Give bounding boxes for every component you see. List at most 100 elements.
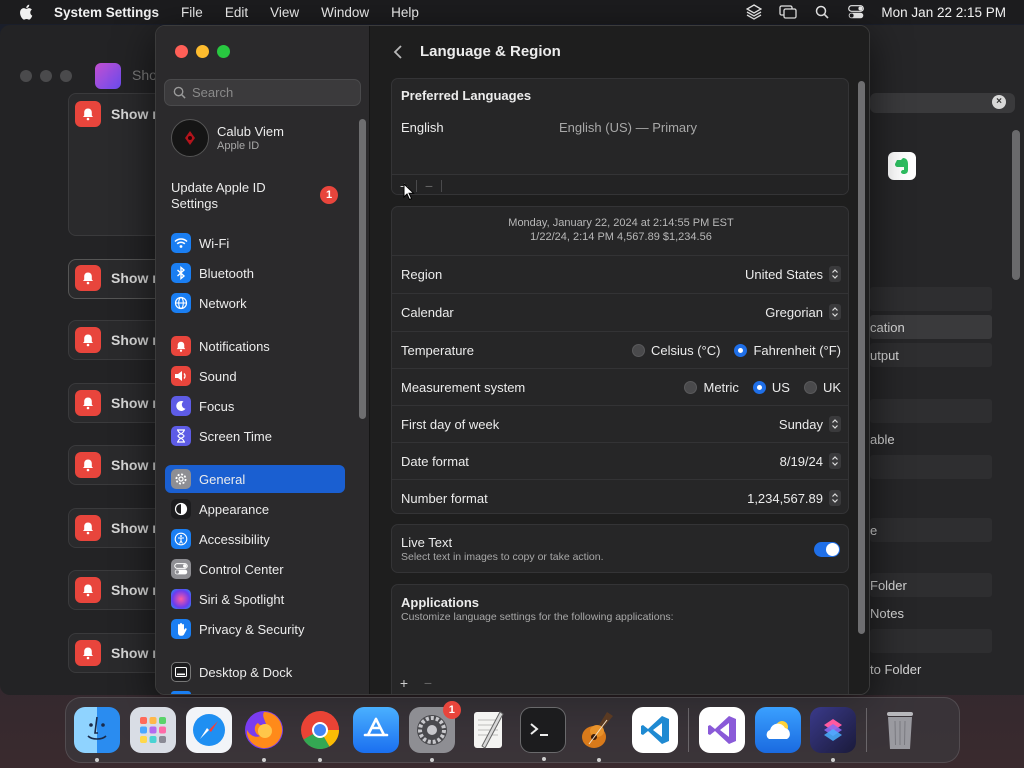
divider — [441, 179, 442, 192]
search-input[interactable] — [192, 85, 352, 100]
back-button[interactable] — [390, 43, 406, 61]
control-center-icon[interactable] — [847, 4, 865, 20]
sidebar-item-network[interactable]: Network — [165, 289, 345, 317]
menu-clock[interactable]: Mon Jan 22 2:15 PM — [881, 5, 1006, 20]
sidebar-item-focus[interactable]: Focus — [165, 392, 345, 420]
screen-mirroring-icon[interactable] — [779, 4, 798, 20]
fahrenheit-radio[interactable]: Fahrenheit (°F) — [734, 343, 841, 358]
background-row: to Folder — [870, 661, 922, 677]
menu-file[interactable]: File — [181, 5, 203, 20]
sidebar-item-control-center[interactable]: Control Center — [165, 555, 345, 583]
sidebar-item-label: Network — [199, 295, 247, 311]
live-text-toggle[interactable] — [814, 542, 840, 557]
stack-icon[interactable] — [745, 4, 763, 20]
temperature-label: Temperature — [401, 342, 474, 358]
sidebar-item-desktop-dock[interactable]: Desktop & Dock — [165, 658, 345, 686]
number-format-popup[interactable]: 1,234,567.89 — [747, 490, 841, 506]
finder-icon[interactable] — [74, 707, 120, 762]
running-indicator — [597, 758, 602, 762]
celsius-radio[interactable]: Celsius (°C) — [631, 343, 720, 358]
search-icon — [173, 86, 186, 99]
sidebar-scrollbar[interactable] — [359, 119, 366, 419]
chrome-icon[interactable] — [297, 707, 343, 762]
launchpad-icon[interactable] — [129, 707, 176, 753]
date-format-popup[interactable]: 8/19/24 — [780, 453, 841, 469]
system-settings-window: Calub Viem Apple ID Update Apple ID Sett… — [155, 25, 870, 695]
update-apple-id-settings[interactable]: Update Apple ID Settings — [171, 180, 281, 212]
gear-icon — [171, 469, 191, 489]
trash-icon[interactable] — [877, 707, 923, 753]
format-sample: Monday, January 22, 2024 at 2:14:55 PM E… — [392, 216, 848, 244]
bell-icon — [75, 515, 101, 541]
sidebar-item-appearance[interactable]: Appearance — [165, 495, 345, 523]
visual-studio-icon[interactable] — [698, 707, 745, 753]
sidebar-item-notifications[interactable]: Notifications — [165, 332, 345, 360]
sidebar-item-privacy-security[interactable]: Privacy & Security — [165, 615, 345, 643]
sidebar-item-sound[interactable]: Sound — [165, 362, 345, 390]
first-day-popup[interactable]: Sunday — [779, 416, 841, 432]
first-day-label: First day of week — [401, 416, 500, 432]
appearance-icon — [171, 499, 191, 519]
remove-language-button[interactable]: − — [417, 178, 441, 194]
temperature-row: Temperature Celsius (°C) Fahrenheit (°F) — [392, 331, 848, 368]
weather-icon[interactable] — [754, 707, 801, 753]
accessibility-icon — [171, 529, 191, 549]
system-settings-icon[interactable]: 1 — [408, 701, 461, 762]
terminal-icon[interactable] — [520, 707, 567, 761]
dock: 1 — [65, 697, 960, 763]
close-button[interactable] — [175, 45, 188, 58]
date-format-row: Date format 8/19/24 — [392, 442, 848, 479]
sidebar-item-wifi[interactable]: Wi-Fi — [165, 229, 345, 257]
sidebar-item-label: Control Center — [199, 561, 284, 577]
bell-icon — [75, 640, 101, 666]
region-settings-group: Monday, January 22, 2024 at 2:14:55 PM E… — [391, 206, 849, 514]
calendar-row: Calendar Gregorian — [392, 293, 848, 330]
zoom-button[interactable] — [217, 45, 230, 58]
region-popup[interactable]: United States — [745, 266, 841, 282]
add-application-button[interactable]: + — [392, 675, 416, 691]
sidebar-item-label: Wi-Fi — [199, 235, 230, 251]
menu-edit[interactable]: Edit — [225, 5, 248, 20]
background-list-item: Show n — [75, 390, 161, 416]
sidebar-item-siri-spotlight[interactable]: Siri & Spotlight — [165, 585, 345, 613]
firefox-icon[interactable] — [241, 707, 287, 762]
garageband-icon[interactable] — [576, 707, 622, 762]
safari-icon[interactable] — [185, 707, 232, 753]
sidebar-item-screen-time[interactable]: Screen Time — [165, 422, 345, 450]
menu-window[interactable]: Window — [321, 5, 369, 20]
menu-app-name[interactable]: System Settings — [54, 5, 159, 20]
language-name[interactable]: English — [401, 120, 444, 135]
background-row — [870, 455, 992, 479]
vscode-icon[interactable] — [631, 707, 678, 753]
shortcuts-icon[interactable] — [810, 707, 857, 762]
metric-radio[interactable]: Metric — [684, 380, 739, 395]
calendar-popup[interactable]: Gregorian — [765, 304, 841, 320]
textedit-icon[interactable] — [465, 707, 511, 753]
app-store-icon[interactable] — [352, 707, 399, 753]
content-scrollbar[interactable] — [858, 81, 865, 634]
applications-group: Applications Customize language settings… — [391, 584, 849, 694]
sidebar-item-bluetooth[interactable]: Bluetooth — [165, 259, 345, 287]
sidebar-item-general[interactable]: General — [165, 465, 345, 493]
sidebar-search[interactable] — [164, 79, 361, 106]
us-radio[interactable]: US — [752, 380, 790, 395]
control-center-icon — [171, 559, 191, 579]
calendar-value: Gregorian — [765, 304, 823, 320]
menu-help[interactable]: Help — [391, 5, 419, 20]
running-indicator — [429, 758, 434, 762]
uk-radio[interactable]: UK — [803, 380, 841, 395]
background-list-item: Show n — [75, 452, 161, 478]
speaker-icon — [171, 366, 191, 386]
remove-application-button[interactable]: − — [416, 675, 440, 691]
apple-menu-icon[interactable] — [18, 3, 36, 21]
minimize-button[interactable] — [196, 45, 209, 58]
profile-subtitle: Apple ID — [217, 140, 260, 152]
sidebar-item-accessibility[interactable]: Accessibility — [165, 525, 345, 553]
shortcuts-app-icon — [95, 63, 121, 89]
applications-add-remove-bar: + − — [392, 672, 848, 694]
background-scrollbar — [1012, 130, 1020, 280]
apple-id-profile[interactable]: Calub Viem Apple ID — [171, 119, 284, 157]
spotlight-icon[interactable] — [813, 4, 831, 20]
region-row: Region United States — [392, 255, 848, 292]
menu-view[interactable]: View — [270, 5, 299, 20]
